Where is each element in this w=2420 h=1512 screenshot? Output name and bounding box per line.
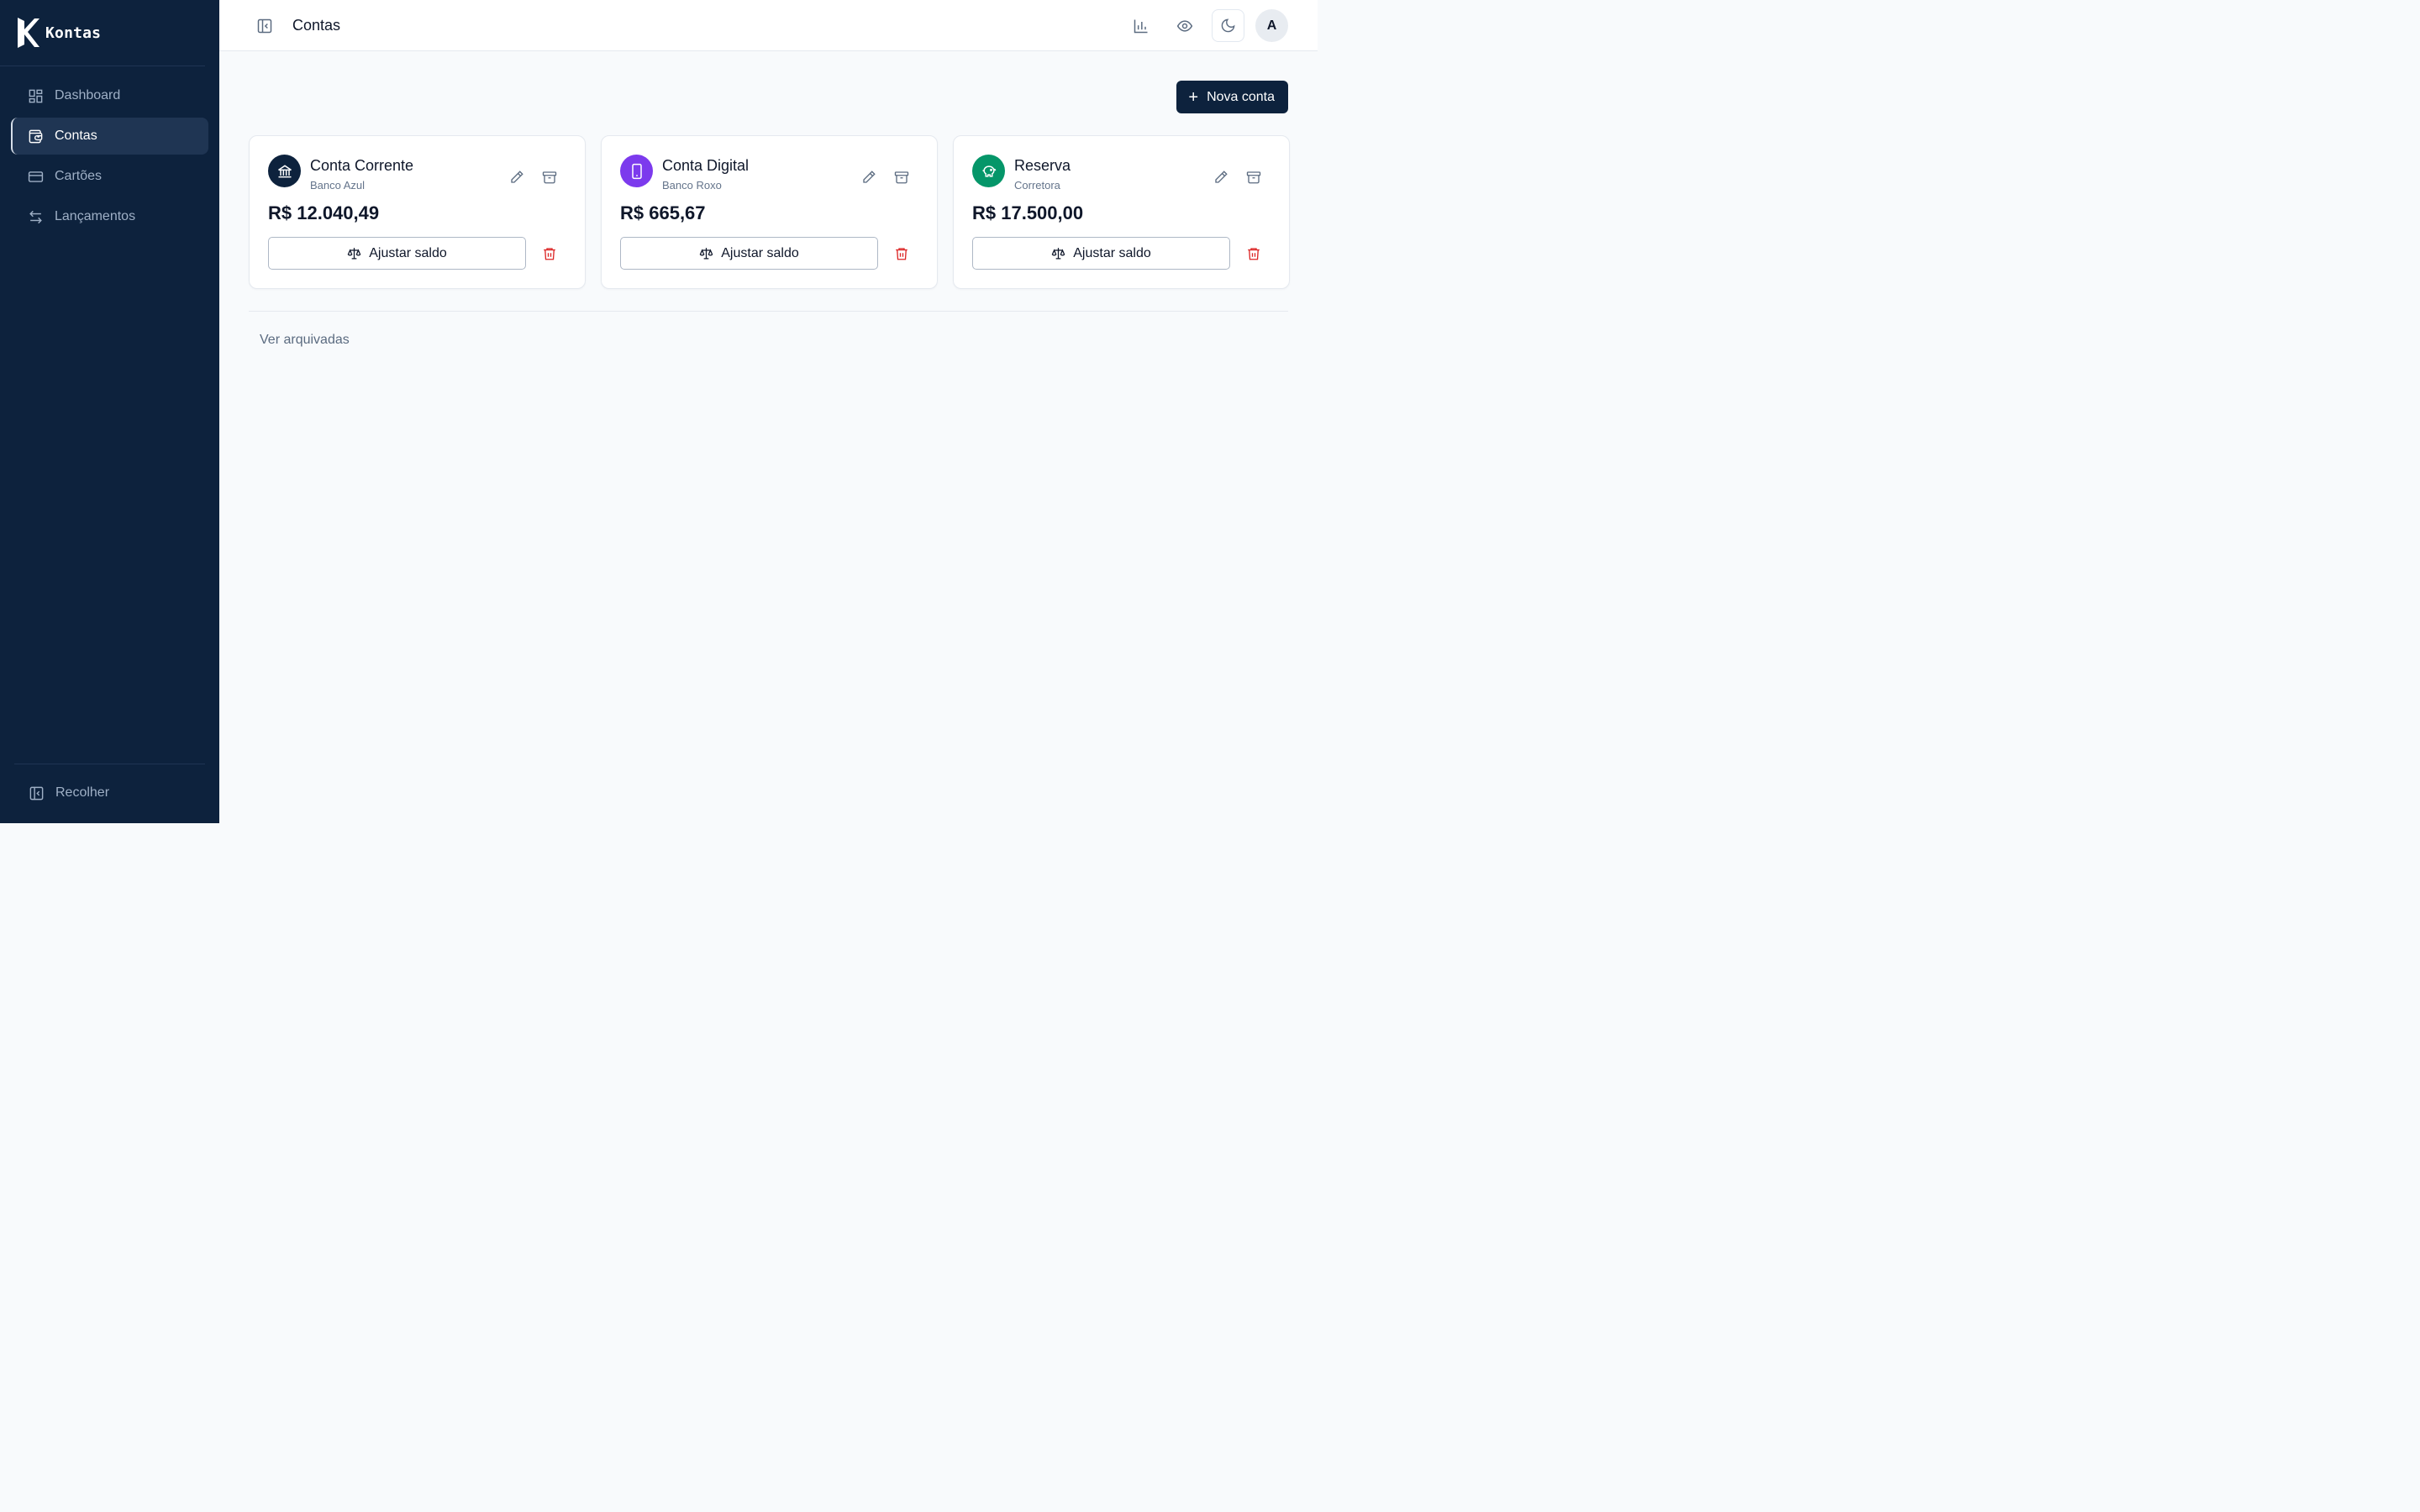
panel-left-close-icon — [28, 785, 45, 801]
sidebar-item-label: Contas — [55, 129, 97, 143]
wallet-icon — [27, 128, 44, 144]
theme-toggle-button[interactable] — [1212, 9, 1244, 42]
sidebar-item-label: Cartões — [55, 169, 103, 183]
brand-name: Kontas — [45, 24, 102, 42]
adjust-balance-button[interactable]: Ajustar saldo — [972, 237, 1230, 270]
bar-chart-icon — [1134, 19, 1147, 33]
view-archived-link[interactable]: Ver arquivadas — [260, 333, 350, 348]
pencil-icon — [511, 171, 523, 183]
sidebar-footer: Recolher — [14, 764, 205, 823]
dashboard-icon — [27, 87, 44, 104]
account-bank: Banco Azul — [310, 179, 366, 192]
trash-icon — [544, 248, 555, 260]
edit-account-button[interactable] — [859, 167, 879, 187]
account-bank: Banco Roxo — [662, 179, 722, 192]
sidebar-item-cartoes[interactable]: Cartões — [11, 158, 208, 195]
account-bank: Corretora — [1014, 179, 1060, 192]
collapse-label: Recolher — [55, 785, 110, 800]
sidebar-item-label: Dashboard — [55, 88, 121, 102]
edit-account-button[interactable] — [1211, 167, 1231, 187]
trash-icon — [896, 248, 908, 260]
account-balance: R$ 665,67 — [620, 202, 706, 223]
adjust-balance-button[interactable]: Ajustar saldo — [620, 237, 878, 270]
account-name: Conta Digital — [662, 157, 750, 174]
account-name: Conta Corrente — [310, 157, 414, 174]
new-account-label: Nova conta — [1207, 89, 1275, 104]
scale-icon — [347, 246, 361, 260]
archive-account-button[interactable] — [892, 167, 912, 187]
adjust-balance-label: Ajustar saldo — [1073, 245, 1151, 260]
account-balance: R$ 12.040,49 — [268, 202, 380, 223]
plus-icon: + — [1188, 87, 1199, 107]
toggle-sidebar-button[interactable] — [255, 16, 275, 36]
app: Kontas Dashboard Contas Cartões Lançamen… — [0, 0, 1318, 823]
sidebar-item-dashboard[interactable]: Dashboard — [11, 77, 208, 114]
delete-account-button[interactable] — [1244, 244, 1264, 264]
trash-icon — [1248, 248, 1260, 260]
delete-account-button[interactable] — [539, 244, 560, 264]
toggle-visibility-button[interactable] — [1168, 9, 1201, 42]
sidebar-nav: Dashboard Contas Cartões Lançamentos — [0, 66, 219, 235]
scale-icon — [1051, 246, 1065, 260]
archive-icon — [542, 171, 557, 184]
new-account-button[interactable]: + Nova conta — [1176, 81, 1288, 113]
sidebar: Kontas Dashboard Contas Cartões Lançamen… — [0, 0, 219, 823]
collapse-sidebar-button[interactable]: Recolher — [28, 785, 109, 801]
delete-account-button[interactable] — [892, 244, 912, 264]
archive-account-button[interactable] — [1244, 167, 1264, 187]
moon-icon — [1221, 18, 1235, 33]
smartphone-icon — [620, 155, 653, 187]
scale-icon — [699, 246, 713, 260]
account-balance: R$ 17.500,00 — [972, 202, 1084, 223]
main-content: Contas A + Nova conta Conta Corrente Ban… — [219, 0, 1318, 823]
sidebar-item-lancamentos[interactable]: Lançamentos — [11, 198, 208, 235]
account-card: Conta Digital Banco Roxo R$ 665,67 Ajust… — [601, 135, 938, 289]
adjust-balance-label: Ajustar saldo — [369, 245, 447, 260]
section-divider — [249, 311, 1288, 312]
archive-account-button[interactable] — [539, 167, 560, 187]
arrows-left-right-icon — [27, 208, 44, 225]
edit-account-button[interactable] — [507, 167, 527, 187]
account-card: Conta Corrente Banco Azul R$ 12.040,49 A… — [249, 135, 586, 289]
account-name: Reserva — [1014, 157, 1071, 174]
pencil-icon — [863, 171, 876, 183]
account-card: Reserva Corretora R$ 17.500,00 Ajustar s… — [953, 135, 1290, 289]
credit-card-icon — [27, 168, 44, 185]
adjust-balance-button[interactable]: Ajustar saldo — [268, 237, 526, 270]
header-actions: A — [1124, 9, 1288, 42]
pencil-icon — [1215, 171, 1228, 183]
eye-icon — [1176, 19, 1192, 32]
panel-left-icon — [257, 18, 272, 34]
page-title: Contas — [292, 17, 341, 34]
avatar[interactable]: A — [1255, 9, 1288, 42]
reports-button[interactable] — [1124, 9, 1157, 42]
accounts-grid: Conta Corrente Banco Azul R$ 12.040,49 A… — [249, 135, 1290, 289]
archive-icon — [1246, 171, 1261, 184]
bank-icon — [268, 155, 301, 187]
adjust-balance-label: Ajustar saldo — [721, 245, 799, 260]
topbar: Contas A — [219, 0, 1318, 51]
kontas-logo-icon — [18, 18, 39, 48]
archive-icon — [894, 171, 909, 184]
sidebar-item-label: Lançamentos — [55, 209, 136, 223]
sidebar-item-contas[interactable]: Contas — [11, 118, 208, 155]
brand[interactable]: Kontas — [0, 0, 205, 66]
piggy-bank-icon — [972, 155, 1005, 187]
